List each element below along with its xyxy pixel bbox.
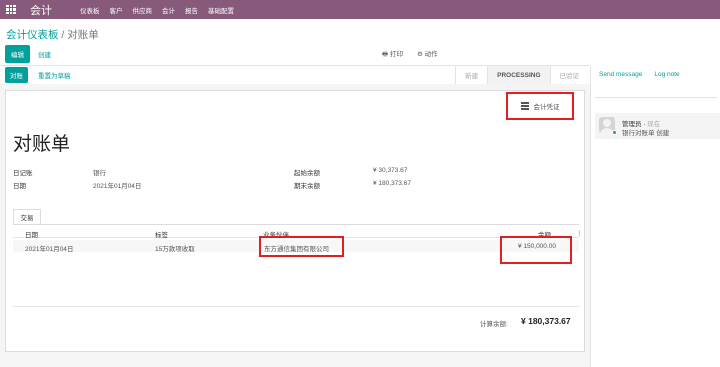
- journal-entries-smart-button[interactable]: 会计凭证: [506, 92, 574, 120]
- menu-dashboard[interactable]: 仪表板: [80, 5, 100, 15]
- log-note-button[interactable]: Log note: [654, 71, 679, 78]
- online-status-icon: [612, 130, 617, 135]
- print-icon: 🖶: [382, 51, 389, 58]
- form-sheet: [5, 90, 585, 352]
- gear-icon: ⚙: [416, 51, 423, 58]
- stage-new[interactable]: 新建: [455, 66, 487, 84]
- action-label: 动作: [424, 51, 438, 58]
- breadcrumb: 会计仪表板 / 对账单: [6, 27, 99, 42]
- partner-highlight-box: [259, 236, 344, 257]
- computed-balance-value: ¥ 180,373.67: [521, 316, 571, 326]
- top-navbar: 会计 仪表板 客户 供应商 会计 报告 基础配置: [0, 0, 720, 19]
- reconcile-button[interactable]: 对账: [5, 67, 28, 83]
- edit-button[interactable]: 编辑: [5, 45, 30, 63]
- journal-label: 日记账: [13, 170, 33, 177]
- chatter-divider: [595, 97, 717, 98]
- breadcrumb-parent[interactable]: 会计仪表板: [6, 29, 59, 41]
- menu-reporting[interactable]: 报告: [185, 5, 198, 15]
- amount-highlight-box: [500, 236, 572, 264]
- create-button[interactable]: 创建: [38, 49, 51, 59]
- tab-divider: [13, 224, 579, 225]
- menu-configuration[interactable]: 基础配置: [208, 5, 234, 15]
- ending-balance-label: 期末余额: [294, 183, 320, 190]
- app-name[interactable]: 会计: [30, 2, 52, 18]
- top-menu: 仪表板 客户 供应商 会计 报告 基础配置: [80, 5, 234, 15]
- menu-vendors[interactable]: 供应商: [133, 5, 153, 15]
- column-options-icon[interactable]: ⋮: [576, 229, 583, 237]
- action-dropdown[interactable]: ⚙ 动作: [417, 48, 438, 61]
- chatter-topbar: Send message Log note: [599, 71, 680, 78]
- starting-balance-value: ¥ 30,373.67: [373, 167, 408, 174]
- row-label: 15万款项收取: [155, 246, 195, 253]
- status-stages: 新建 PROCESSING 已验证: [455, 66, 588, 84]
- bars-icon: [520, 102, 529, 110]
- send-message-button[interactable]: Send message: [599, 71, 642, 78]
- breadcrumb-current: 对账单: [67, 29, 99, 41]
- form-statusbar: 对账 重置为草稿 新建 PROCESSING 已验证: [0, 66, 590, 84]
- breadcrumb-separator: /: [58, 29, 68, 41]
- control-panel-buttons: 编辑 创建: [5, 45, 51, 63]
- apps-menu-icon[interactable]: [0, 0, 22, 19]
- form-title: 对账单: [13, 134, 71, 155]
- stage-processing[interactable]: PROCESSING: [487, 66, 550, 84]
- starting-balance-label: 起始余额: [294, 170, 320, 177]
- chatter-panel: Send message Log note 管理员 · 现在 银行对账单 创建: [590, 66, 720, 367]
- control-panel-actions: 🖶 打印 ⚙ 动作: [382, 48, 438, 61]
- journal-value: 银行: [93, 170, 106, 177]
- smart-button-label: 会计凭证: [533, 104, 560, 111]
- print-dropdown[interactable]: 🖶 打印: [382, 48, 403, 61]
- computed-balance-label: 计算余额:: [480, 321, 508, 328]
- print-label: 打印: [389, 51, 403, 58]
- table-footer-divider: [13, 306, 579, 307]
- row-date: 2021年01月04日: [25, 246, 74, 253]
- menu-customers[interactable]: 客户: [110, 5, 123, 15]
- stage-validated[interactable]: 已验证: [549, 66, 589, 84]
- tab-transactions[interactable]: 交易: [13, 209, 41, 224]
- reset-to-draft-button[interactable]: 重置为草稿: [38, 70, 71, 80]
- menu-accounting[interactable]: 会计: [162, 5, 175, 15]
- chatter-message: 管理员 · 现在 银行对账单 创建: [595, 113, 720, 139]
- message-body: 银行对账单 创建: [622, 130, 670, 137]
- column-label[interactable]: 标签: [155, 229, 168, 239]
- date-value: 2021年01月04日: [93, 183, 142, 190]
- ending-balance-value: ¥ 180,373.67: [373, 180, 411, 187]
- date-label: 日期: [13, 183, 26, 190]
- column-date[interactable]: 日期: [25, 229, 38, 239]
